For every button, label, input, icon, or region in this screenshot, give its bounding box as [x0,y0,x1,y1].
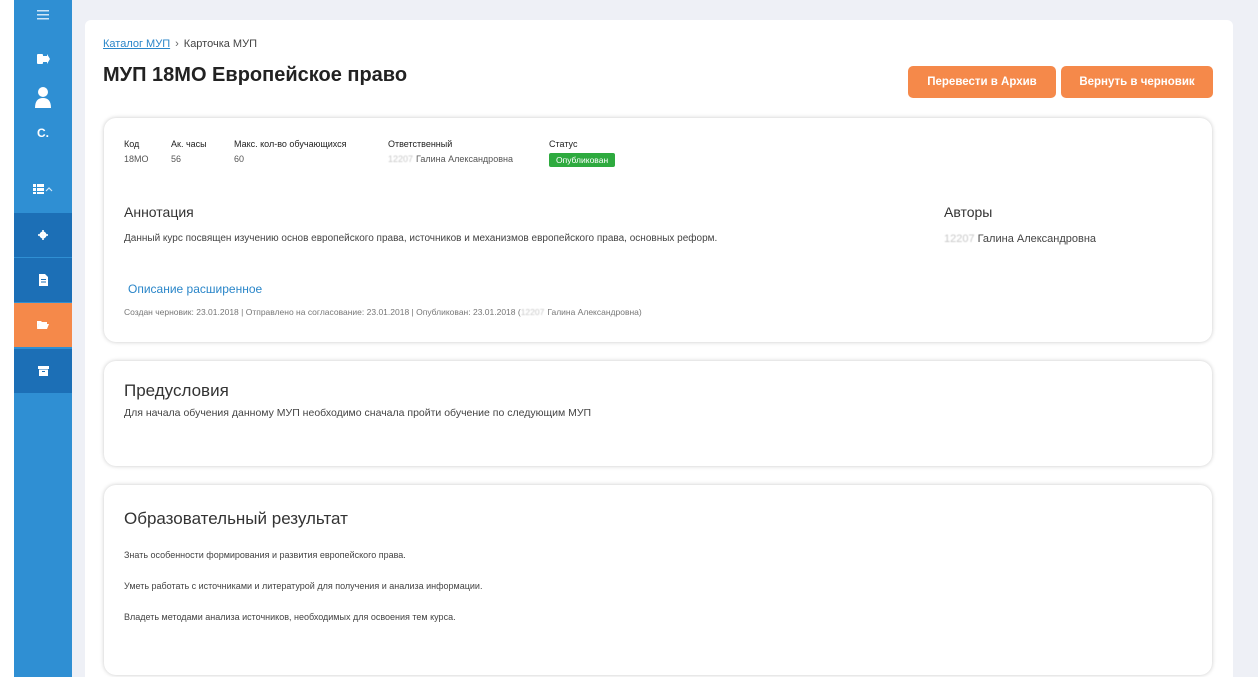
author-id-blurred: 12207 [944,233,975,245]
page-title: МУП 18МО Европейское право [103,64,408,86]
code-value: 18МО [124,154,149,164]
history-line: Создан черновик: 23.01.2018 | Отправлено… [124,307,642,317]
archive-icon [37,366,49,376]
responsible-id-blurred: 12207 [388,154,414,164]
sidebar-item-documents[interactable] [14,258,72,302]
prerequisites-text: Для начала обучения данному МУП необходи… [124,407,592,419]
sidebar-item-catalog[interactable] [14,303,72,347]
outcomes-card: Образовательный результат Знать особенно… [104,485,1212,675]
hours-value: 56 [171,154,182,164]
responsible-name: Галина Александровна [416,154,513,164]
user-initial: С. [37,126,49,140]
breadcrumb: Каталог МУП › Карточка МУП [103,38,257,50]
responsible-label: Ответственный [388,139,453,149]
sidebar: С. [14,0,72,677]
history-id-blurred: 12207 [520,307,545,317]
hours-label: Ак. часы [171,139,207,149]
history-text: Создан черновик: 23.01.2018 | Отправлено… [124,307,521,317]
annotation-text: Данный курс посвящен изучению основ евро… [124,233,718,244]
apps-collapse-icon[interactable] [14,182,72,198]
breadcrumb-catalog-link[interactable]: Каталог МУП [103,38,170,50]
prerequisites-card: Предусловия Для начала обучения данному … [104,361,1212,466]
author-item: 12207 Галина Александровна [944,233,1096,245]
menu-icon[interactable] [14,8,72,28]
outcomes-title: Образовательный результат [124,509,348,528]
return-to-draft-button[interactable]: Вернуть в черновик [1061,66,1213,98]
breadcrumb-separator: › [175,38,179,50]
outcome-item: Знать особенности формирования и развити… [124,550,406,560]
responsible-value: 12207 Галина Александровна [388,154,513,164]
max-students-value: 60 [234,154,245,164]
document-icon [39,274,48,286]
outcome-item: Уметь работать с источниками и литератур… [124,581,483,591]
history-end: Галина Александровна) [547,307,642,317]
annotation-title: Аннотация [124,204,194,220]
status-label: Статус [549,139,578,149]
archive-button[interactable]: Перевести в Архив [908,66,1056,98]
authors-title: Авторы [944,204,993,220]
user-avatar-icon[interactable] [14,86,72,114]
status-badge: Опубликован [549,153,616,167]
max-students-label: Макс. кол-во обучающихся [234,139,347,149]
info-card: Код 18МО Ак. часы 56 Макс. кол-во обучаю… [104,118,1212,342]
prerequisites-title: Предусловия [124,381,229,400]
outcome-item: Владеть методами анализа источников, нео… [124,612,456,622]
breadcrumb-current: Карточка МУП [183,38,257,50]
window-edge [0,0,14,677]
code-label: Код [124,139,140,149]
extended-description-link[interactable]: Описание расширенное [128,282,262,296]
sidebar-item-settings[interactable] [14,213,72,257]
logout-icon[interactable] [14,52,72,70]
sidebar-item-archive[interactable] [14,349,72,393]
gear-icon [38,230,48,240]
author-name: Галина Александровна [977,233,1097,245]
main-content: Каталог МУП › Карточка МУП МУП 18МО Европе… [85,20,1233,677]
folder-open-icon [37,321,49,329]
